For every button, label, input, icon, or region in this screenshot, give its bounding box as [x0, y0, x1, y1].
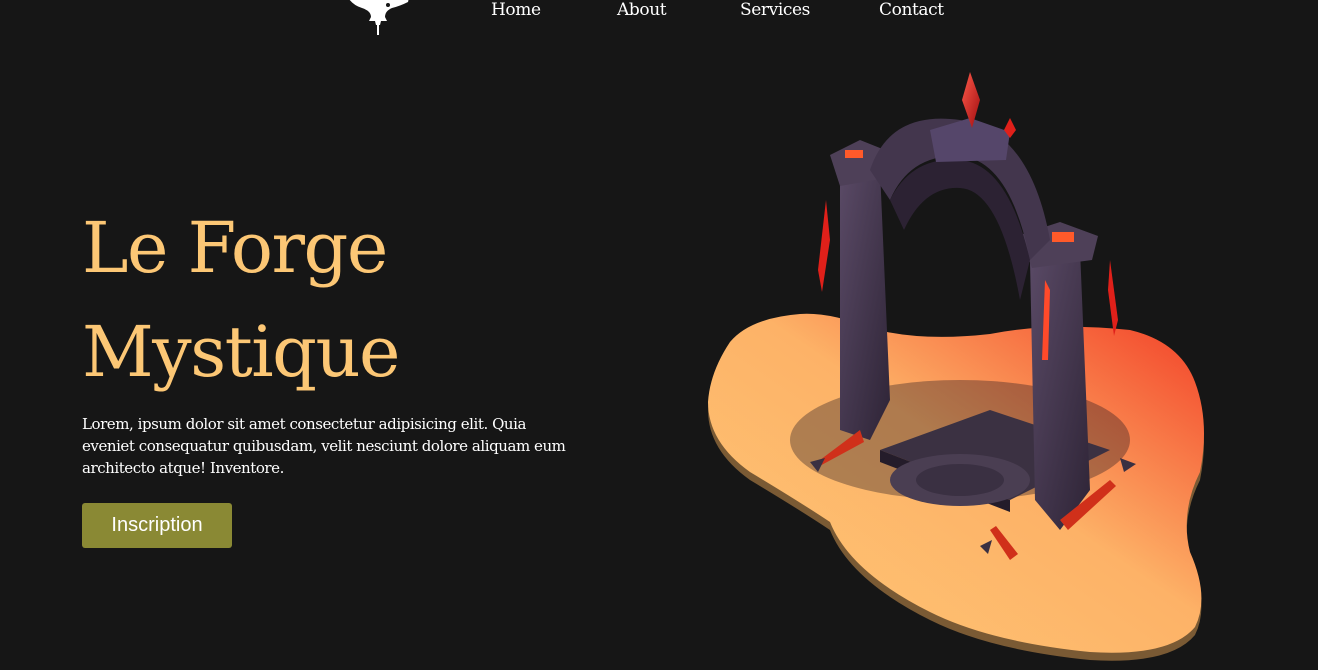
hero-title: Le Forge Mystique: [82, 196, 602, 404]
nav-contact-link[interactable]: Contact: [879, 0, 944, 20]
nav-about-link[interactable]: About: [617, 0, 667, 20]
inscription-button[interactable]: Inscription: [82, 503, 232, 548]
main-navigation: Home About Services Contact: [0, 0, 1318, 24]
forge-portal-illustration: [708, 72, 1204, 661]
hero-description: Lorem, ipsum dolor sit amet consectetur …: [82, 415, 566, 477]
nav-home-link[interactable]: Home: [491, 0, 541, 20]
nav-services-link[interactable]: Services: [740, 0, 810, 20]
hero-title-line-1: Le Forge: [82, 207, 388, 289]
hero-title-line-2: Mystique: [82, 311, 400, 393]
